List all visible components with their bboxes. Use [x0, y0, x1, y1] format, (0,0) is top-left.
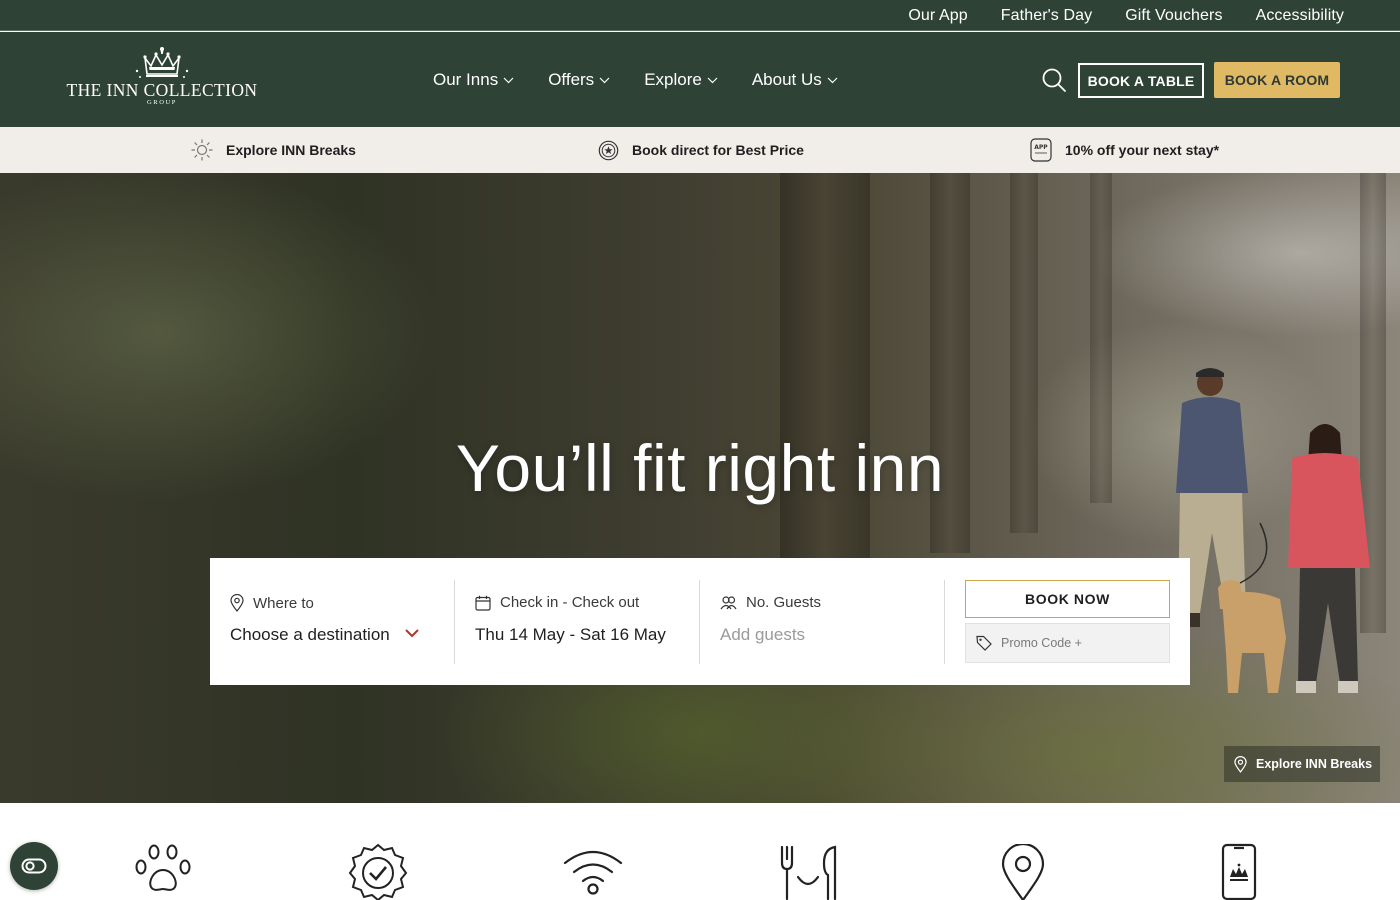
dates-value: Thu 14 May - Sat 16 May: [475, 625, 666, 644]
nav-offers[interactable]: Offers: [548, 70, 610, 90]
nav-about-us[interactable]: About Us: [752, 70, 838, 90]
tree-trunk: [780, 173, 870, 593]
nav-label: Offers: [548, 69, 595, 89]
nav-label: About Us: [751, 69, 822, 89]
book-table-button[interactable]: BOOK A TABLE: [1078, 63, 1204, 98]
guests-field[interactable]: No. Guests Add guests: [700, 580, 944, 664]
crown-icon: [135, 47, 189, 78]
promo-placeholder: Promo Code +: [1001, 636, 1082, 650]
promo-code-field[interactable]: Promo Code +: [965, 623, 1170, 663]
site-header: THE INN COLLECTION GROUP Our Inns Offers…: [0, 32, 1400, 127]
features-row: [0, 803, 1400, 900]
chevron-down-icon: [707, 77, 718, 84]
tag-icon: [976, 635, 992, 651]
nav-label: Our Inns: [433, 69, 499, 89]
location-pin-icon: [1234, 755, 1247, 773]
destination-label-wrap: Where to: [230, 594, 314, 612]
accessibility-toggle-icon: [21, 858, 47, 874]
chevron-down-icon: [405, 629, 419, 638]
destination-field[interactable]: Where to Choose a destination: [210, 580, 454, 664]
chevron-down-icon: [503, 77, 514, 84]
best-price-badge-icon: [598, 140, 619, 160]
location-pin-icon: [230, 594, 244, 612]
destination-value: Choose a destination: [230, 625, 390, 644]
explore-breaks-chip[interactable]: Explore INN Breaks: [1224, 746, 1380, 782]
calendar-icon: [475, 595, 491, 611]
svg-text:APP: APP: [1034, 144, 1048, 151]
booking-widget: Where to Choose a destination Check in -…: [210, 558, 1190, 685]
search-icon[interactable]: [1041, 67, 1067, 93]
accessibility-widget-button[interactable]: [10, 842, 58, 890]
usp-label: Explore INN Breaks: [226, 142, 356, 158]
dates-label: Check in - Check out: [500, 594, 640, 611]
usp-label: Book direct for Best Price: [632, 142, 804, 158]
guests-icon: [720, 595, 737, 609]
location-pin-icon: [1001, 844, 1045, 900]
usp-app-discount[interactable]: APP 10% off your next stay*: [1030, 127, 1219, 173]
nav-label: Explore: [644, 69, 702, 89]
utility-bar: Our App Father's Day Gift Vouchers Acces…: [0, 0, 1400, 31]
main-nav: Our Inns Offers Explore About Us: [433, 32, 838, 127]
dates-field[interactable]: Check in - Check out Thu 14 May - Sat 16…: [455, 580, 699, 664]
paw-icon: [135, 844, 191, 891]
chevron-down-icon: [599, 77, 610, 84]
utility-link-accessibility[interactable]: Accessibility: [1256, 7, 1344, 24]
verified-badge-icon: [348, 843, 408, 900]
app-icon: APP: [1030, 138, 1052, 162]
usp-best-price[interactable]: Book direct for Best Price: [598, 127, 804, 173]
hero-headline: You’ll fit right inn: [455, 431, 945, 505]
chevron-down-icon: [827, 77, 838, 84]
usp-explore-breaks[interactable]: Explore INN Breaks: [191, 127, 356, 173]
book-room-button[interactable]: BOOK A ROOM: [1214, 62, 1340, 98]
nav-explore[interactable]: Explore: [644, 70, 718, 90]
logo-wordmark: THE INN COLLECTION: [66, 80, 258, 100]
utility-link-gift-vouchers[interactable]: Gift Vouchers: [1125, 7, 1222, 24]
utility-link-our-app[interactable]: Our App: [908, 7, 967, 24]
field-divider: [944, 580, 945, 664]
usp-strip: Explore INN Breaks Book direct for Best …: [0, 127, 1400, 173]
dates-label-wrap: Check in - Check out: [475, 594, 639, 611]
guests-label-wrap: No. Guests: [720, 594, 821, 611]
usp-label: 10% off your next stay*: [1065, 142, 1220, 158]
mobile-app-icon: [1221, 843, 1257, 900]
book-now-button[interactable]: BOOK NOW: [965, 580, 1170, 618]
guests-label: No. Guests: [746, 594, 822, 611]
utility-nav: Our App Father's Day Gift Vouchers Acces…: [908, 0, 1344, 31]
hero-banner: You’ll fit right inn Where to Choose a d…: [0, 173, 1400, 803]
site-logo[interactable]: THE INN COLLECTION GROUP: [58, 46, 266, 116]
dining-icon: [780, 845, 837, 900]
guests-placeholder: Add guests: [720, 625, 806, 644]
sun-icon: [191, 139, 213, 161]
utility-link-fathers-day[interactable]: Father's Day: [1001, 7, 1092, 24]
destination-label: Where to: [253, 594, 314, 612]
nav-our-inns[interactable]: Our Inns: [433, 70, 514, 90]
explore-chip-label: Explore INN Breaks: [1256, 757, 1373, 771]
logo-subline: GROUP: [146, 99, 178, 106]
walkers-with-dog-illustration: [1176, 368, 1370, 693]
wifi-icon: [563, 851, 623, 895]
